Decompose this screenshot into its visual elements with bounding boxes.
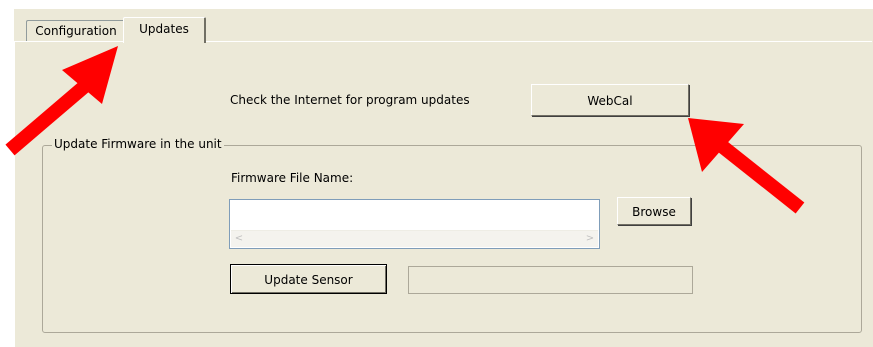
- update-sensor-button[interactable]: Update Sensor: [230, 264, 387, 294]
- tab-configuration[interactable]: Configuration: [26, 20, 125, 42]
- scroll-right-icon[interactable]: >: [582, 231, 598, 247]
- firmware-file-box: < >: [229, 199, 600, 249]
- tab-configuration-label: Configuration: [35, 24, 117, 38]
- tab-updates-label: Updates: [139, 22, 189, 36]
- firmware-file-label: Firmware File Name:: [231, 171, 354, 185]
- browse-button[interactable]: Browse: [617, 197, 691, 225]
- update-progress-bar: [408, 266, 693, 294]
- horizontal-scrollbar[interactable]: < >: [231, 230, 598, 247]
- firmware-group-title: Update Firmware in the unit: [52, 137, 224, 151]
- firmware-file-input[interactable]: [230, 200, 599, 232]
- check-updates-label: Check the Internet for program updates: [230, 93, 470, 107]
- webcal-button[interactable]: WebCal: [531, 84, 689, 116]
- tab-updates[interactable]: Updates: [123, 17, 206, 43]
- scroll-left-icon[interactable]: <: [231, 231, 247, 247]
- updates-window: Configuration Updates Check the Internet…: [0, 0, 873, 347]
